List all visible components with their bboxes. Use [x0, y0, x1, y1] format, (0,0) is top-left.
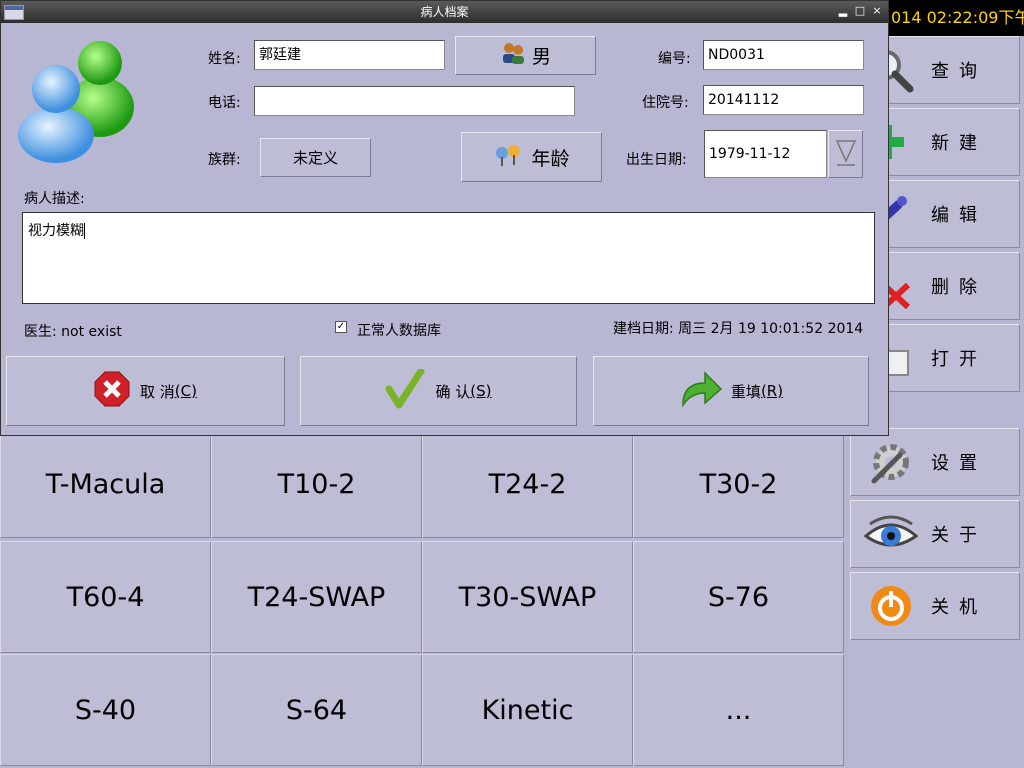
shutdown-label: 关机 [931, 597, 987, 618]
test-label: T60-4 [66, 581, 145, 613]
checkmark-icon [385, 367, 425, 413]
test-button-s-76[interactable]: S-76 [633, 541, 844, 653]
eye-icon [851, 503, 931, 565]
test-label: Kinetic [481, 694, 574, 726]
shutdown-button[interactable]: 关机 [850, 572, 1020, 640]
test-label: T24-2 [488, 468, 567, 500]
test-label: T30-2 [699, 468, 778, 500]
age-icon [493, 143, 525, 172]
confirm-button[interactable]: 确 认 (S) [300, 356, 577, 426]
settings-label: 设置 [931, 453, 987, 474]
test-label: T24-SWAP [247, 581, 386, 613]
test-button-t24-2[interactable]: T24-2 [422, 430, 633, 538]
gender-person-icon [500, 42, 526, 69]
reset-button[interactable]: 重填 (R) [593, 356, 869, 426]
description-textarea[interactable]: 视力模糊 [22, 212, 875, 304]
test-label: S-40 [74, 694, 137, 726]
ethnic-label: 族群: [208, 152, 241, 168]
test-label: T30-SWAP [458, 581, 597, 613]
test-button-s-64[interactable]: S-64 [211, 654, 422, 766]
clock-display: 014 02:22:09下午 [888, 0, 1024, 36]
normal-database-checkbox[interactable]: ✓ [335, 321, 347, 333]
id-field[interactable]: ND0031 [703, 40, 864, 70]
test-button-t30-2[interactable]: T30-2 [633, 430, 844, 538]
test-label: T10-2 [277, 468, 356, 500]
about-label: 关于 [931, 525, 987, 546]
inpatient-label: 住院号: [642, 95, 689, 111]
test-button-kinetic[interactable]: Kinetic [422, 654, 633, 766]
new-label: 新建 [931, 133, 987, 154]
id-label: 编号: [658, 51, 691, 67]
test-button-t60-4[interactable]: T60-4 [0, 541, 211, 653]
gender-button[interactable]: 男 [455, 36, 596, 75]
open-label: 打开 [931, 349, 987, 370]
dialog-titlebar[interactable]: 病人档案 ▂ □ × [1, 1, 888, 23]
description-text: 视力模糊 [28, 223, 84, 239]
confirm-label: 确 认 [435, 382, 471, 401]
text-caret [84, 223, 85, 239]
test-label: ... [725, 694, 752, 726]
ethnic-value: 未定义 [292, 149, 338, 167]
phone-field[interactable] [254, 86, 575, 116]
test-label: S-76 [707, 581, 770, 613]
about-button[interactable]: 关于 [850, 500, 1020, 568]
reset-label: 重填 [730, 382, 761, 401]
test-button-t10-2[interactable]: T10-2 [211, 430, 422, 538]
doctor-info: 医生: not exist [24, 324, 122, 340]
gender-label: 男 [531, 46, 551, 68]
test-label: T-Macula [45, 468, 166, 500]
gear-wrench-icon [851, 431, 931, 493]
dialog-title: 病人档案 [420, 5, 469, 19]
query-label: 查询 [931, 61, 987, 82]
name-field[interactable]: 郭廷建 [254, 40, 445, 70]
minimize-icon[interactable]: ▂ [836, 4, 850, 18]
test-button-s-40[interactable]: S-40 [0, 654, 211, 766]
age-button[interactable]: 年龄 [461, 132, 602, 182]
edit-label: 编辑 [931, 205, 987, 226]
close-icon[interactable]: × [870, 4, 884, 18]
normal-database-label: 正常人数据库 [357, 323, 441, 339]
redo-arrow-icon [679, 369, 723, 413]
birth-date-label: 出生日期: [626, 152, 687, 168]
patient-record-dialog: 病人档案 ▂ □ × 姓名: 郭廷建 男 编号: ND0031 电话: 住院号:… [0, 0, 889, 436]
inpatient-field[interactable]: 20141112 [703, 85, 864, 115]
test-button-t30-swap[interactable]: T30-SWAP [422, 541, 633, 653]
cancel-x-icon [94, 371, 130, 411]
cancel-shortcut: (C) [174, 382, 197, 400]
test-label: S-64 [285, 694, 348, 726]
birth-date-field[interactable]: 1979-11-12 [704, 130, 827, 178]
name-label: 姓名: [208, 51, 241, 67]
birth-date-dropdown[interactable] [828, 130, 863, 178]
chevron-down-icon [835, 137, 857, 171]
confirm-shortcut: (S) [470, 382, 492, 400]
cancel-label: 取 消 [140, 382, 175, 401]
power-icon [851, 575, 931, 637]
settings-button[interactable]: 设置 [850, 428, 1020, 496]
test-button-more[interactable]: ... [633, 654, 844, 766]
phone-label: 电话: [208, 95, 241, 111]
description-label: 病人描述: [24, 191, 85, 207]
ethnic-button[interactable]: 未定义 [260, 138, 371, 177]
cancel-button[interactable]: 取 消 (C) [6, 356, 285, 426]
delete-label: 删除 [931, 277, 987, 298]
patient-avatar-icon [16, 35, 136, 163]
test-button-t24-swap[interactable]: T24-SWAP [211, 541, 422, 653]
record-created-date: 建档日期: 周三 2月 19 10:01:52 2014 [613, 321, 864, 337]
test-button-t-macula[interactable]: T-Macula [0, 430, 211, 538]
reset-shortcut: (R) [760, 382, 784, 400]
maximize-icon[interactable]: □ [853, 4, 867, 18]
age-label: 年龄 [531, 147, 570, 170]
